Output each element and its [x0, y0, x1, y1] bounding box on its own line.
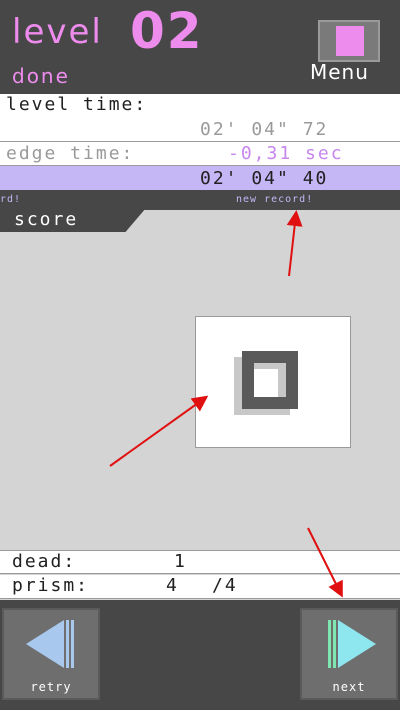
- dead-value: 1: [174, 551, 187, 572]
- score-grade-box: [195, 316, 351, 448]
- level-time-value: 02' 04" 72: [200, 119, 329, 140]
- next-button[interactable]: next: [300, 608, 398, 700]
- next-arrow-icon: [328, 620, 376, 668]
- level-label: level: [12, 12, 103, 52]
- record-time-value: 02' 04" 40: [200, 168, 329, 189]
- menu-square-icon: [336, 26, 364, 56]
- record-strip: rd! new record!: [0, 192, 400, 210]
- dead-label: dead:: [12, 551, 77, 572]
- edge-time-row: edge time: -0,31 sec: [0, 142, 400, 166]
- prism-collected: 4: [166, 575, 179, 596]
- next-label: next: [332, 680, 366, 694]
- bottom-nav: retry next: [0, 600, 400, 710]
- score-tab: score: [0, 208, 146, 232]
- level-time-value-row: 02' 04" 72: [0, 118, 400, 142]
- retry-arrow-icon: [26, 620, 74, 668]
- dead-stat-row: dead: 1: [0, 550, 400, 574]
- level-time-row: level time:: [0, 92, 400, 118]
- menu-label[interactable]: Menu: [310, 60, 369, 84]
- edge-time-value: -0,31 sec: [228, 143, 344, 164]
- menu-button[interactable]: [318, 20, 380, 62]
- prism-label: prism:: [12, 575, 90, 596]
- retry-button[interactable]: retry: [2, 608, 100, 700]
- grade-d-icon: [242, 351, 298, 409]
- header-bar: level 02 done Menu: [0, 0, 400, 92]
- level-time-label: level time:: [6, 94, 148, 115]
- level-number: 02: [130, 2, 204, 60]
- prism-stat-row: prism: 4 /4: [0, 575, 400, 599]
- status-label: done: [12, 64, 70, 88]
- arrow-to-score-grade: [109, 395, 209, 467]
- record-time-row: 02' 04" 40: [0, 166, 400, 192]
- new-record-text: new record!: [236, 194, 314, 205]
- retry-label: retry: [30, 680, 72, 694]
- score-label: score: [14, 209, 79, 230]
- edge-time-label: edge time:: [6, 143, 135, 164]
- prism-total: /4: [212, 575, 238, 596]
- arrow-to-new-record: [286, 210, 303, 277]
- record-strip-left-text: rd!: [0, 194, 22, 205]
